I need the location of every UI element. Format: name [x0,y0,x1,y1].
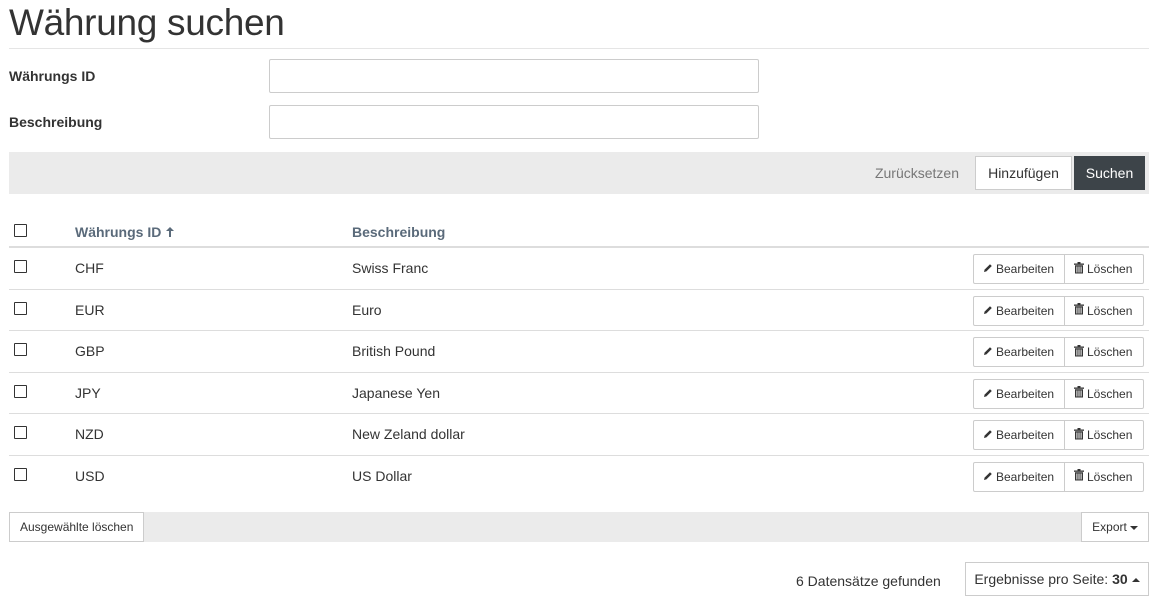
row-currency-id: JPY [75,384,101,401]
currency-id-label: Währungs ID [9,68,96,84]
delete-label: Löschen [1087,428,1133,443]
reset-link[interactable]: Zurücksetzen [875,165,959,181]
column-header-currency-id-label: Währungs ID [75,224,162,240]
row-actions: Bearbeiten Löschen [973,337,1144,368]
delete-button[interactable]: Löschen [1065,420,1144,451]
table-row: EUR Euro Bearbeiten Löschen [9,290,1149,332]
table-row: GBP British Pound Bearbeiten Löschen [9,331,1149,373]
trash-icon [1074,261,1084,277]
edit-button[interactable]: Bearbeiten [973,420,1065,451]
title-divider [9,48,1149,49]
table-row: JPY Japanese Yen Bearbeiten Löschen [9,373,1149,415]
row-actions: Bearbeiten Löschen [973,378,1144,409]
edit-label: Bearbeiten [996,303,1055,318]
edit-button[interactable]: Bearbeiten [973,254,1065,284]
row-checkbox[interactable] [14,426,27,440]
delete-label: Löschen [1087,345,1133,360]
chevron-down-icon [1129,525,1138,530]
row-checkbox[interactable] [14,343,27,357]
row-checkbox[interactable] [14,260,27,273]
trash-icon [1074,344,1084,360]
delete-button[interactable]: Löschen [1065,295,1144,326]
edit-label: Bearbeiten [996,386,1055,401]
edit-label: Bearbeiten [996,428,1055,443]
row-currency-id: USD [75,467,105,484]
arrow-up-icon [166,227,175,240]
row-actions: Bearbeiten Löschen [973,295,1144,326]
edit-button[interactable]: Bearbeiten [973,378,1065,409]
delete-selected-button[interactable]: Ausgewählte löschen [9,512,145,542]
row-description: Japanese Yen [352,384,440,401]
search-button[interactable]: Suchen [1074,156,1145,190]
select-all-checkbox[interactable] [14,224,27,237]
currency-table: Währungs ID Beschreibung CHF Swiss Franc… [9,214,1149,498]
row-description: US Dollar [352,467,412,484]
trash-icon [1074,427,1084,443]
table-row: USD US Dollar Bearbeiten Löschen [9,456,1149,498]
add-button[interactable]: Hinzufügen [975,156,1072,190]
row-actions: Bearbeiten Löschen [973,420,1144,451]
currency-id-input[interactable] [269,59,759,93]
delete-label: Löschen [1087,469,1133,484]
row-description: New Zeland dollar [352,426,465,443]
search-action-bar: Zurücksetzen Hinzufügen Suchen [9,152,1149,194]
pencil-icon [983,304,993,318]
row-checkbox[interactable] [14,301,27,315]
column-header-description: Beschreibung [352,224,446,240]
delete-label: Löschen [1087,386,1133,401]
row-description: British Pound [352,343,436,360]
edit-label: Bearbeiten [996,345,1055,360]
delete-button[interactable]: Löschen [1065,461,1144,492]
table-footer-bar: Ausgewählte löschen Export [9,512,1149,542]
delete-label: Löschen [1087,303,1133,318]
row-checkbox[interactable] [14,384,27,398]
delete-button[interactable]: Löschen [1065,254,1144,284]
per-page-label: Ergebnisse pro Seite: [974,571,1109,587]
export-label: Export [1092,520,1127,534]
edit-button[interactable]: Bearbeiten [973,337,1065,368]
table-header-row: Währungs ID Beschreibung [9,214,1149,248]
row-currency-id: EUR [75,301,105,318]
table-row: NZD New Zeland dollar Bearbeiten Löschen [9,414,1149,456]
delete-button[interactable]: Löschen [1065,378,1144,409]
trash-icon [1074,303,1084,318]
table-body: CHF Swiss Franc Bearbeiten Löschen EUR E… [9,248,1149,498]
description-input[interactable] [269,105,759,139]
row-currency-id: GBP [75,343,105,360]
pencil-icon [983,470,993,484]
description-label: Beschreibung [9,114,103,130]
per-page-value: 30 [1112,571,1128,587]
row-currency-id: NZD [75,426,104,443]
row-actions: Bearbeiten Löschen [973,461,1144,492]
column-header-currency-id[interactable]: Währungs ID [75,224,175,240]
trash-icon [1074,386,1084,401]
row-description: Swiss Franc [352,260,429,276]
row-checkbox[interactable] [14,467,27,481]
pencil-icon [983,387,993,401]
edit-label: Bearbeiten [996,262,1055,276]
export-button[interactable]: Export [1081,512,1149,542]
table-row: CHF Swiss Franc Bearbeiten Löschen [9,248,1149,290]
delete-button[interactable]: Löschen [1065,337,1144,368]
row-description: Euro [352,301,382,318]
records-found-count: 6 Datensätze gefunden [796,573,941,589]
chevron-up-icon [1131,578,1140,583]
results-per-page-dropdown[interactable]: Ergebnisse pro Seite: 30 [965,562,1149,596]
edit-label: Bearbeiten [996,469,1055,484]
row-actions: Bearbeiten Löschen [973,254,1144,284]
delete-label: Löschen [1087,262,1133,276]
edit-button[interactable]: Bearbeiten [973,461,1065,492]
pencil-icon [983,428,993,442]
trash-icon [1074,469,1084,484]
edit-button[interactable]: Bearbeiten [973,295,1065,326]
page-title: Währung suchen [9,2,285,43]
pencil-icon [983,345,993,359]
row-currency-id: CHF [75,260,104,276]
pencil-icon [983,262,993,276]
